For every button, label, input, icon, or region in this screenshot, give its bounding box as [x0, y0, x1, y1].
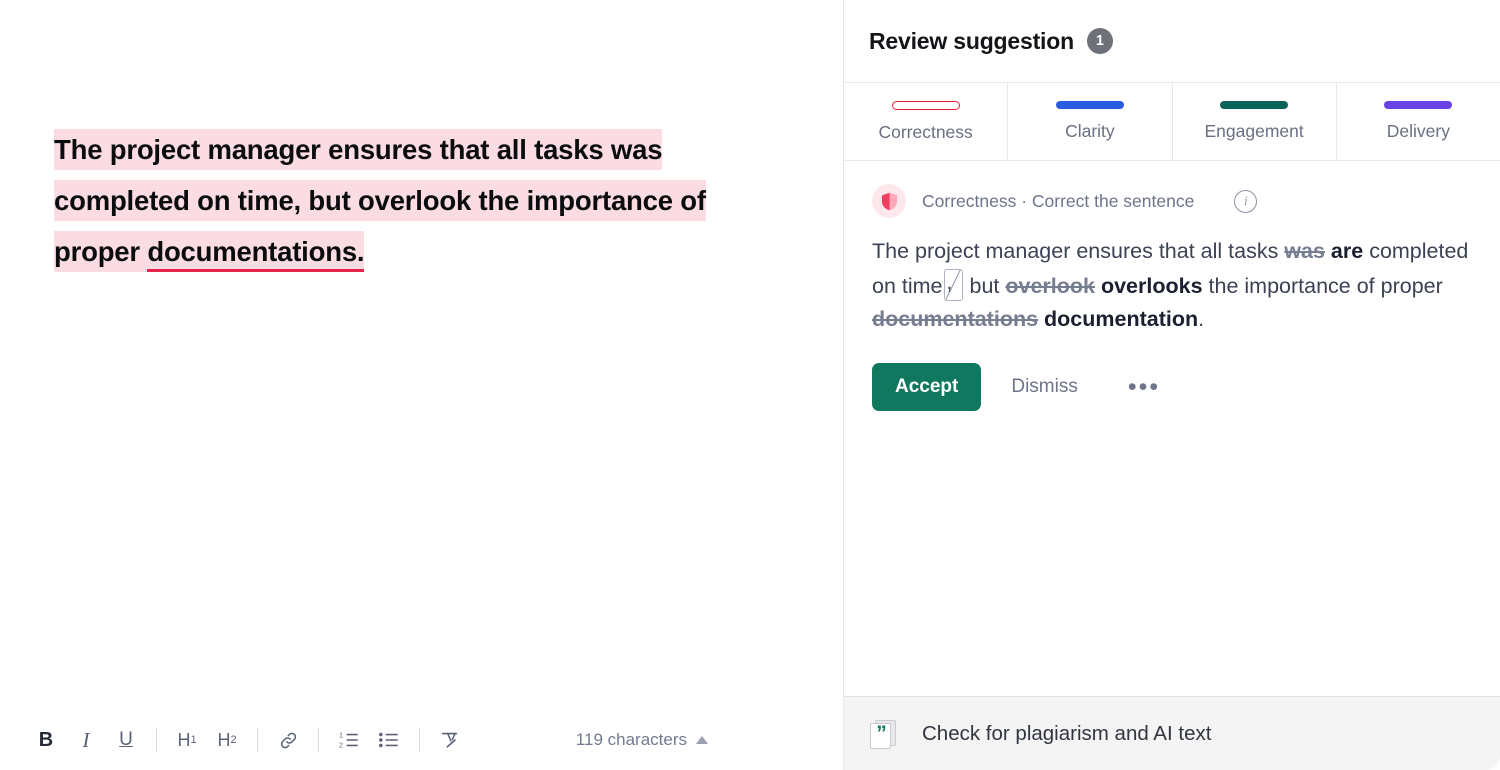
plagiarism-check-row[interactable]: ” Check for plagiarism and AI text — [844, 696, 1500, 770]
sug-inserted-overlooks: overlooks — [1100, 273, 1203, 298]
suggestion-actions: Accept Dismiss ••• — [872, 362, 1472, 411]
sug-part-plain-1: The project manager ensures that all tas… — [872, 239, 1285, 263]
dismiss-button[interactable]: Dismiss — [993, 363, 1096, 411]
tab-engagement[interactable]: Engagement — [1173, 83, 1337, 160]
caret-up-icon — [696, 736, 708, 744]
document-line-1: The project manager ensures that all tas… — [54, 134, 604, 165]
italic-button[interactable]: I — [66, 720, 106, 760]
document-editor-pane: The project manager ensures that all tas… — [0, 0, 843, 770]
shield-icon — [872, 184, 906, 218]
h2-sub: 2 — [230, 734, 237, 746]
toolbar-divider — [257, 728, 258, 752]
highlighted-sentence[interactable]: The project manager ensures that all tas… — [54, 129, 706, 272]
bullet-list-icon[interactable] — [369, 720, 409, 760]
character-count[interactable]: 119 characters — [576, 730, 843, 750]
page-title: Review suggestion — [869, 27, 1074, 54]
h1-sub: 1 — [190, 734, 197, 746]
grammar-editor-app: The project manager ensures that all tas… — [0, 0, 1500, 770]
plagiarism-check-label: Check for plagiarism and AI text — [922, 721, 1212, 745]
tab-indicator-delivery — [1384, 101, 1453, 109]
sug-part-plain-3: but — [963, 273, 1006, 298]
tab-clarity[interactable]: Clarity — [1008, 83, 1173, 160]
category-tabs: Correctness Clarity Engagement Delivery — [844, 82, 1500, 161]
toolbar-divider — [156, 728, 157, 752]
document-paragraph[interactable]: The project manager ensures that all tas… — [54, 124, 734, 277]
link-icon[interactable] — [268, 720, 308, 760]
ordered-list-icon[interactable]: 1 2 — [329, 720, 369, 760]
sug-part-plain-5: . — [1198, 307, 1205, 331]
info-icon[interactable]: i — [1234, 189, 1258, 213]
tab-indicator-correctness — [891, 100, 960, 110]
document-error-word[interactable]: documentations. — [147, 236, 365, 272]
inserted-comma-marker — [943, 268, 963, 301]
toolbar-divider — [419, 728, 420, 752]
tab-label-clarity: Clarity — [1065, 121, 1115, 141]
toolbar-divider — [318, 728, 319, 752]
clear-formatting-icon[interactable] — [430, 720, 470, 760]
tab-indicator-engagement — [1220, 101, 1289, 109]
heading-2-button[interactable]: H2 — [207, 720, 247, 760]
sidebar-header: Review suggestion 1 — [844, 0, 1500, 82]
sug-part-plain-4: the importance of proper — [1202, 273, 1443, 298]
suggestion-count-badge: 1 — [1086, 28, 1113, 54]
heading-1-button[interactable]: H1 — [167, 720, 207, 760]
tab-label-engagement: Engagement — [1204, 121, 1304, 141]
more-options-icon[interactable]: ••• — [1114, 374, 1174, 400]
suggestion-text: The project manager ensures that all tas… — [872, 235, 1472, 337]
underline-button[interactable]: U — [106, 720, 146, 760]
sug-deleted-documentations: documentations — [872, 307, 1039, 331]
suggestion-category-label: Correctness · Correct the sentence — [922, 190, 1195, 211]
sug-deleted-overlook: overlook — [1005, 273, 1095, 298]
sug-inserted-are: are — [1330, 239, 1364, 263]
suggestions-sidebar: Review suggestion 1 Correctness Clarity … — [843, 0, 1500, 770]
document-text-area[interactable]: The project manager ensures that all tas… — [0, 0, 843, 710]
tab-delivery[interactable]: Delivery — [1337, 83, 1500, 160]
sug-inserted-documentation: documentation — [1044, 307, 1199, 331]
tab-label-delivery: Delivery — [1386, 121, 1450, 141]
svg-text:2: 2 — [339, 740, 343, 749]
h1-label: H — [177, 729, 191, 750]
accept-button[interactable]: Accept — [872, 362, 982, 411]
sug-deleted-was: was — [1284, 239, 1325, 263]
svg-text:1: 1 — [339, 730, 343, 739]
plagiarism-icon-quote-glyph: ” — [876, 721, 887, 745]
suggestion-card: Correctness · Correct the sentence i The… — [844, 161, 1500, 696]
tab-correctness[interactable]: Correctness — [844, 83, 1009, 160]
suggestion-category-row: Correctness · Correct the sentence i — [872, 184, 1472, 218]
character-count-label: 119 characters — [575, 730, 687, 749]
bold-button[interactable]: B — [26, 720, 66, 760]
h2-label: H — [217, 729, 231, 750]
formatting-toolbar: B I U H1 H2 1 2 119 characters — [0, 710, 843, 770]
plagiarism-quote-icon: ” — [870, 719, 896, 749]
tab-indicator-clarity — [1055, 101, 1124, 109]
tab-label-correctness: Correctness — [878, 121, 973, 142]
